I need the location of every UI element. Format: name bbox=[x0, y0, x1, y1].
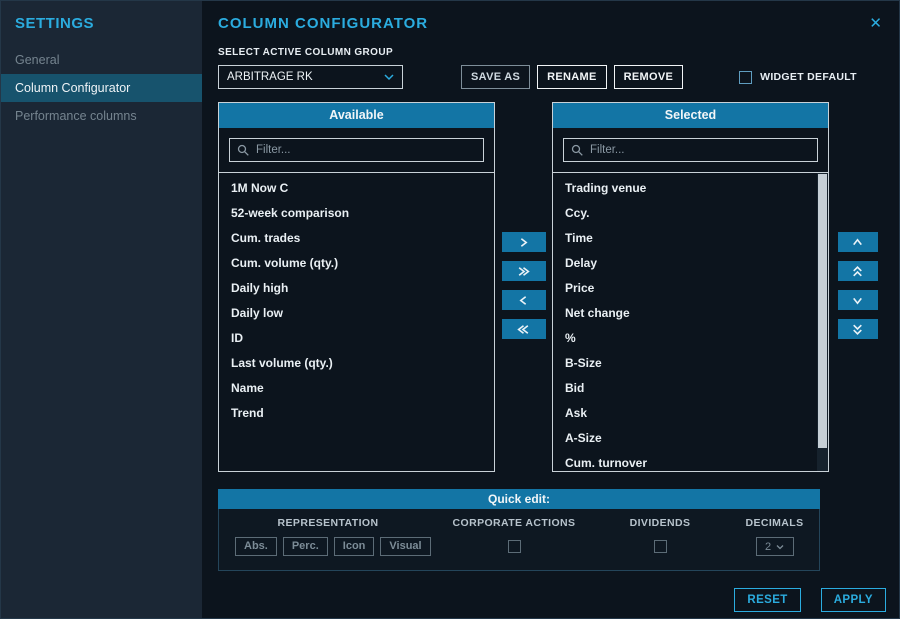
selected-column-item[interactable]: Ccy. bbox=[553, 201, 828, 226]
representation-option[interactable]: Abs. bbox=[235, 537, 277, 556]
dividends-header: DIVIDENDS bbox=[591, 517, 729, 529]
quick-edit-title: Quick edit: bbox=[218, 489, 820, 509]
search-icon bbox=[571, 144, 584, 157]
move-all-right-button[interactable] bbox=[502, 261, 546, 281]
quick-edit-body: REPRESENTATION CORPORATE ACTIONS DIVIDEN… bbox=[218, 509, 820, 571]
available-panel: Available 1M Now C52-week comparisonCum.… bbox=[218, 102, 495, 472]
selected-column-item[interactable]: Net change bbox=[553, 301, 828, 326]
move-up-button[interactable] bbox=[838, 232, 878, 252]
group-toolbar: ARBITRAGE RK SAVE AS RENAME REMOVE WIDGE… bbox=[218, 65, 886, 89]
selected-column-item[interactable]: Bid bbox=[553, 376, 828, 401]
reorder-buttons bbox=[829, 102, 886, 472]
representation-option[interactable]: Visual bbox=[380, 537, 430, 556]
sidebar-item[interactable]: Performance columns bbox=[1, 102, 202, 130]
sidebar-item[interactable]: Column Configurator bbox=[1, 74, 202, 102]
available-filter-input[interactable] bbox=[256, 144, 476, 156]
available-column-item[interactable]: ID bbox=[219, 326, 494, 351]
page-title: COLUMN CONFIGURATOR bbox=[218, 15, 428, 32]
available-panel-title: Available bbox=[219, 103, 494, 128]
move-right-icon bbox=[517, 236, 530, 249]
selected-column-item[interactable]: B-Size bbox=[553, 351, 828, 376]
move-down-button[interactable] bbox=[838, 290, 878, 310]
available-list: 1M Now C52-week comparisonCum. tradesCum… bbox=[219, 172, 494, 471]
move-bottom-icon bbox=[851, 323, 864, 336]
representation-options: Abs. Perc. Icon Visual bbox=[219, 537, 437, 556]
column-group-value: ARBITRAGE RK bbox=[227, 71, 313, 83]
selected-filter bbox=[563, 138, 818, 162]
corporate-actions-checkbox[interactable] bbox=[508, 540, 521, 553]
move-up-icon bbox=[851, 236, 864, 249]
column-lists: Available 1M Now C52-week comparisonCum.… bbox=[218, 102, 886, 472]
representation-header: REPRESENTATION bbox=[219, 517, 437, 529]
move-all-right-icon bbox=[517, 265, 530, 278]
corporate-actions-header: CORPORATE ACTIONS bbox=[437, 517, 591, 529]
chevron-down-icon bbox=[776, 544, 784, 550]
selected-column-item[interactable]: Time bbox=[553, 226, 828, 251]
decimals-header: DECIMALS bbox=[729, 517, 820, 529]
move-all-left-icon bbox=[517, 323, 530, 336]
search-icon bbox=[237, 144, 250, 157]
widget-default-checkbox[interactable]: WIDGET DEFAULT bbox=[739, 71, 857, 84]
dialog-footer: RESET APPLY bbox=[218, 588, 886, 612]
selected-column-item[interactable]: Cum. turnover bbox=[553, 451, 828, 471]
decimals-value: 2 bbox=[765, 541, 771, 553]
available-column-item[interactable]: Cum. volume (qty.) bbox=[219, 251, 494, 276]
selected-column-item[interactable]: Delay bbox=[553, 251, 828, 276]
move-all-left-button[interactable] bbox=[502, 319, 546, 339]
selected-column-item[interactable]: Trading venue bbox=[553, 176, 828, 201]
available-column-item[interactable]: Cum. trades bbox=[219, 226, 494, 251]
move-top-icon bbox=[851, 265, 864, 278]
chevron-down-icon bbox=[384, 73, 394, 81]
available-column-item[interactable]: Name bbox=[219, 376, 494, 401]
remove-button[interactable]: REMOVE bbox=[614, 65, 683, 89]
panel-header: COLUMN CONFIGURATOR ✕ bbox=[218, 15, 886, 32]
move-right-button[interactable] bbox=[502, 232, 546, 252]
move-bottom-button[interactable] bbox=[838, 319, 878, 339]
selected-column-item[interactable]: A-Size bbox=[553, 426, 828, 451]
column-group-select[interactable]: ARBITRAGE RK bbox=[218, 65, 403, 89]
selected-column-item[interactable]: Ask bbox=[553, 401, 828, 426]
transfer-buttons bbox=[495, 102, 552, 472]
available-column-item[interactable]: Last volume (qty.) bbox=[219, 351, 494, 376]
dividends-checkbox[interactable] bbox=[654, 540, 667, 553]
apply-button[interactable]: APPLY bbox=[821, 588, 886, 612]
sidebar-nav: GeneralColumn ConfiguratorPerformance co… bbox=[1, 46, 202, 130]
reset-button[interactable]: RESET bbox=[734, 588, 800, 612]
checkbox-box[interactable] bbox=[739, 71, 752, 84]
move-down-icon bbox=[851, 294, 864, 307]
settings-sidebar: SETTINGS GeneralColumn ConfiguratorPerfo… bbox=[1, 1, 202, 618]
available-column-item[interactable]: Trend bbox=[219, 401, 494, 426]
widget-default-label: WIDGET DEFAULT bbox=[760, 71, 857, 83]
move-top-button[interactable] bbox=[838, 261, 878, 281]
selected-column-item[interactable]: % bbox=[553, 326, 828, 351]
move-left-button[interactable] bbox=[502, 290, 546, 310]
selected-list: Trading venueCcy.TimeDelayPriceNet chang… bbox=[553, 172, 828, 471]
settings-window: SETTINGS GeneralColumn ConfiguratorPerfo… bbox=[0, 0, 900, 619]
available-filter bbox=[229, 138, 484, 162]
selected-panel: Selected Trading venueCcy.TimeDelayPric bbox=[552, 102, 829, 472]
column-configurator-panel: COLUMN CONFIGURATOR ✕ SELECT ACTIVE COLU… bbox=[202, 1, 900, 618]
settings-title: SETTINGS bbox=[1, 13, 202, 46]
selected-column-item[interactable]: Price bbox=[553, 276, 828, 301]
close-icon[interactable]: ✕ bbox=[865, 15, 886, 32]
available-column-item[interactable]: Daily low bbox=[219, 301, 494, 326]
rename-button[interactable]: RENAME bbox=[537, 65, 606, 89]
move-left-icon bbox=[517, 294, 530, 307]
save-as-button[interactable]: SAVE AS bbox=[461, 65, 530, 89]
representation-option[interactable]: Icon bbox=[334, 537, 375, 556]
group-select-label: SELECT ACTIVE COLUMN GROUP bbox=[218, 47, 886, 58]
available-column-item[interactable]: 1M Now C bbox=[219, 176, 494, 201]
representation-option[interactable]: Perc. bbox=[283, 537, 328, 556]
decimals-select[interactable]: 2 bbox=[756, 537, 794, 556]
quick-edit-section: Quick edit: REPRESENTATION CORPORATE ACT… bbox=[218, 489, 820, 571]
selected-panel-title: Selected bbox=[553, 103, 828, 128]
available-column-item[interactable]: Daily high bbox=[219, 276, 494, 301]
sidebar-item[interactable]: General bbox=[1, 46, 202, 74]
scrollbar-thumb[interactable] bbox=[818, 174, 827, 448]
available-column-item[interactable]: 52-week comparison bbox=[219, 201, 494, 226]
scrollbar[interactable] bbox=[817, 173, 828, 471]
selected-filter-input[interactable] bbox=[590, 144, 810, 156]
